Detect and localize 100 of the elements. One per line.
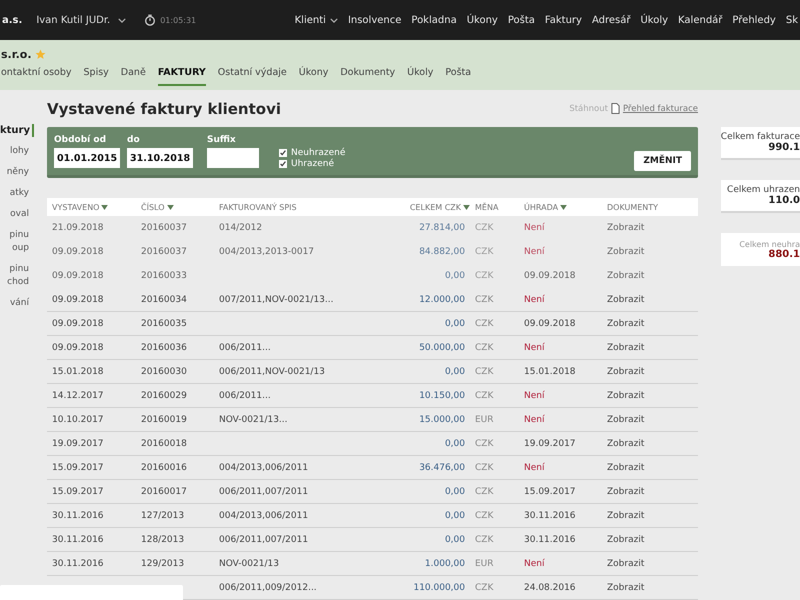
table-cell: CZK xyxy=(475,366,494,376)
payment-status: Není xyxy=(524,294,544,304)
nav-link[interactable]: Úkony xyxy=(466,14,498,26)
table-cell: 20160029 xyxy=(141,390,187,400)
table-cell: 0,00 xyxy=(444,366,465,376)
table-cell: CZK xyxy=(475,294,494,304)
sidebar-item[interactable]: pinu oup xyxy=(0,229,34,255)
show-link[interactable]: Zobrazit xyxy=(607,246,644,256)
nav-link[interactable]: Přehledy xyxy=(732,14,776,26)
sidebar-item[interactable]: atky xyxy=(0,187,34,200)
show-link[interactable]: Zobrazit xyxy=(607,510,644,520)
table-cell: 20160033 xyxy=(141,270,187,280)
date-to-field[interactable]: 31.10.2018 xyxy=(127,148,193,168)
user-menu[interactable]: Ivan Kutil JUDr. xyxy=(36,14,126,26)
download-link[interactable]: Přehled fakturace xyxy=(622,104,698,114)
star-icon[interactable] xyxy=(34,48,46,60)
column-header[interactable]: DOKUMENTY xyxy=(607,202,687,212)
show-link[interactable]: Zobrazit xyxy=(607,318,644,328)
show-link[interactable]: Zobrazit xyxy=(607,558,644,568)
client-tab[interactable]: Dokumenty xyxy=(340,67,396,86)
summary-value: 990.1 xyxy=(768,142,800,153)
table-cell: 20160018 xyxy=(141,438,187,448)
payment-status: 15.01.2018 xyxy=(524,366,576,376)
show-link[interactable]: Zobrazit xyxy=(607,222,644,232)
client-tab[interactable]: Spisy xyxy=(84,67,109,86)
nav-link[interactable]: Sk xyxy=(786,14,798,26)
nav-link[interactable]: Klienti xyxy=(294,14,338,26)
table-cell: 10.10.2017 xyxy=(52,414,104,424)
checkbox[interactable] xyxy=(279,149,287,157)
show-link[interactable]: Zobrazit xyxy=(607,414,644,424)
sidebar-item[interactable]: pinu chod xyxy=(0,263,34,289)
column-header[interactable]: VYSTAVENO xyxy=(52,202,141,212)
table-cell: 09.09.2018 xyxy=(52,318,104,328)
payment-status: 24.08.2016 xyxy=(524,582,576,592)
table-cell: 007/2011,NOV-0021/13... xyxy=(219,294,334,304)
nav-link[interactable]: Insolvence xyxy=(348,14,402,26)
suffix-field[interactable] xyxy=(207,148,259,168)
column-header[interactable]: CELKEM CZK xyxy=(377,202,475,212)
nav-link[interactable]: Adresář xyxy=(592,14,630,26)
change-button[interactable]: ZMĚNIT xyxy=(634,151,691,171)
sidebar-item[interactable]: něny xyxy=(0,166,34,179)
show-link[interactable]: Zobrazit xyxy=(607,294,644,304)
show-link[interactable]: Zobrazit xyxy=(607,366,644,376)
client-tab[interactable]: ontaktní osoby xyxy=(1,67,72,86)
table-cell: 014/2012 xyxy=(219,222,262,232)
nav-link[interactable]: Pokladna xyxy=(411,14,457,26)
nav-link[interactable]: Pošta xyxy=(508,14,535,26)
client-tab[interactable]: Pošta xyxy=(445,67,472,86)
table-cell: CZK xyxy=(475,270,494,280)
client-tab[interactable]: Úkony xyxy=(298,67,328,86)
table-cell: 30.11.2016 xyxy=(52,534,104,544)
show-link[interactable]: Zobrazit xyxy=(607,270,644,280)
client-tab[interactable]: FAKTURY xyxy=(158,67,206,86)
show-link[interactable]: Zobrazit xyxy=(607,342,644,352)
table-cell: 110.000,00 xyxy=(413,582,465,592)
field-label: Období od xyxy=(54,135,108,145)
sidebar-item[interactable]: ktury xyxy=(0,124,34,137)
table-cell: 128/2013 xyxy=(141,534,184,544)
show-link[interactable]: Zobrazit xyxy=(607,534,644,544)
table-cell: CZK xyxy=(475,534,494,544)
summary-label: Celkem neuhra xyxy=(739,240,800,248)
sidebar-item[interactable]: lohy xyxy=(0,145,34,158)
table-cell: 006/2011,009/2012... xyxy=(219,582,317,592)
table-cell: 15.09.2017 xyxy=(52,462,104,472)
timer: 01:05:31 xyxy=(160,16,196,24)
table-cell: EUR xyxy=(475,558,494,568)
column-header[interactable]: MĚNA xyxy=(475,202,524,212)
column-header[interactable]: ČÍSLO xyxy=(141,202,219,212)
nav-link[interactable]: Faktury xyxy=(544,14,582,26)
column-header[interactable]: FAKTUROVANÝ SPIS xyxy=(219,202,377,212)
client-tab[interactable]: Úkoly xyxy=(407,67,434,86)
table-cell: 50.000,00 xyxy=(419,342,465,352)
payment-status: 09.09.2018 xyxy=(524,270,576,280)
summary-value: 880.1 xyxy=(768,248,800,260)
show-link[interactable]: Zobrazit xyxy=(607,462,644,472)
document-icon xyxy=(610,103,620,114)
sidebar-item[interactable]: vání xyxy=(0,297,34,310)
payment-status: 30.11.2016 xyxy=(524,510,576,520)
show-link[interactable]: Zobrazit xyxy=(607,582,644,592)
table-cell: CZK xyxy=(475,486,494,496)
checkbox[interactable] xyxy=(279,160,287,168)
payment-status: Není xyxy=(524,246,544,256)
table-cell: 27.814,00 xyxy=(419,222,465,232)
table-cell: 20160034 xyxy=(141,294,187,304)
show-link[interactable]: Zobrazit xyxy=(607,486,644,496)
sidebar-item[interactable]: oval xyxy=(0,208,34,221)
table-cell: 20160036 xyxy=(141,342,187,352)
client-tab[interactable]: Ostatní výdaje xyxy=(218,67,287,86)
table-cell: 84.882,00 xyxy=(419,246,465,256)
nav-link[interactable]: Kalendář xyxy=(678,14,722,26)
column-header[interactable]: ÚHRADA xyxy=(524,202,607,212)
show-link[interactable]: Zobrazit xyxy=(607,438,644,448)
stopwatch-icon xyxy=(144,14,156,26)
client-tab[interactable]: Daně xyxy=(120,67,146,86)
date-from-field[interactable]: 01.01.2015 xyxy=(54,148,120,168)
table-cell: CZK xyxy=(475,462,494,472)
nav-link[interactable]: Úkoly xyxy=(640,14,668,26)
show-link[interactable]: Zobrazit xyxy=(607,390,644,400)
field-label: do xyxy=(127,135,141,145)
table-cell: 09.09.2018 xyxy=(52,270,104,280)
